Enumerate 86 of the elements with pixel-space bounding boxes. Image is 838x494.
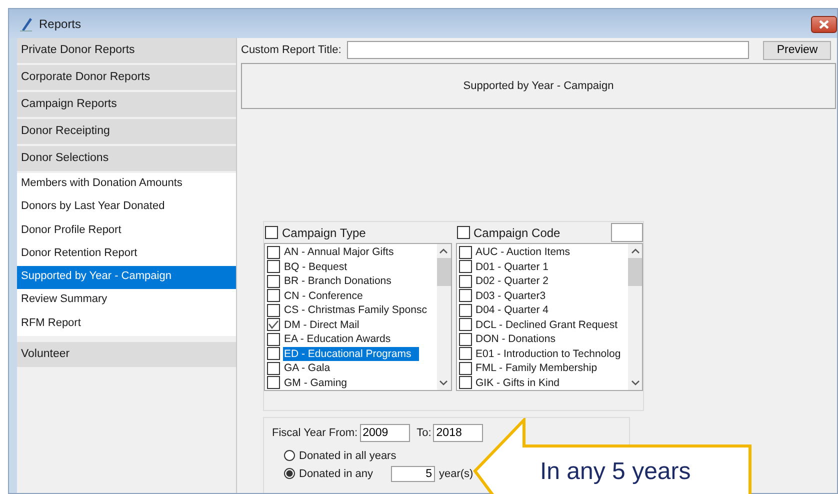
checkbox[interactable] [458, 347, 472, 360]
checkbox[interactable] [267, 246, 280, 259]
sidebar-header[interactable]: Volunteer [17, 342, 236, 370]
sidebar-header[interactable]: Campaign Reports [17, 92, 236, 119]
sidebar-item[interactable]: Supported by Year - Campaign [17, 266, 236, 290]
sidebar-header[interactable]: Donor Receipting [17, 119, 236, 146]
list-item[interactable]: D03 - Quarter3 [474, 288, 547, 303]
checkbox[interactable] [267, 332, 280, 346]
list-item[interactable]: GM - Gaming [283, 376, 348, 390]
checkbox[interactable] [456, 226, 470, 239]
list-item[interactable]: EA - Education Awards [283, 332, 392, 346]
close-button[interactable] [811, 16, 837, 33]
list-item[interactable]: AUC - Auction Items [474, 245, 572, 260]
list-item[interactable]: D02 - Quarter 2 [474, 274, 550, 288]
scrollbar-thumb[interactable] [436, 258, 450, 286]
list-item[interactable]: GIK - Gifts in Kind [474, 376, 561, 390]
sidebar-item[interactable]: Review Summary [17, 289, 236, 313]
code-input-field[interactable] [611, 223, 643, 242]
checkbox[interactable] [458, 318, 472, 332]
checkbox[interactable] [267, 362, 280, 375]
radio-button[interactable] [284, 468, 295, 479]
list-item[interactable]: BQ - Bequest [283, 260, 348, 274]
list-item[interactable]: FML - Family Membership [474, 361, 598, 376]
sidebar-item[interactable]: RFM Report [17, 312, 236, 336]
checkbox[interactable] [267, 260, 280, 274]
list-item[interactable]: DON - Donations [474, 332, 556, 346]
radio-label: Donated in any [299, 468, 373, 480]
list-item[interactable]: ED - Educational Programs [283, 346, 420, 361]
radio-label: Donated in all years [299, 450, 396, 462]
pencil-icon [19, 16, 33, 32]
list-item[interactable]: DM - Direct Mail [283, 318, 360, 332]
sidebar-header[interactable]: Private Donor Reports [17, 38, 236, 65]
list-item[interactable]: DCL - Declined Grant Request [474, 318, 619, 332]
list-item[interactable]: D04 - Quarter 4 [474, 303, 550, 318]
sidebar-item[interactable]: Donor Profile Report [17, 220, 236, 243]
list-item[interactable]: BR - Branch Donations [283, 274, 392, 288]
checkbox[interactable] [458, 304, 472, 317]
year-from-field[interactable]: 2009 [360, 424, 410, 442]
sidebar-header[interactable]: Donor Selections [17, 146, 236, 173]
scrollbar-thumb[interactable] [628, 258, 642, 286]
callout-text: In any 5 years [540, 458, 691, 486]
year-to-field[interactable]: 2018 [433, 424, 484, 442]
checkbox[interactable] [458, 332, 472, 346]
field-label: Fiscal Year From: [272, 427, 358, 439]
checkbox[interactable] [458, 260, 472, 274]
column-label: Campaign Type [282, 226, 366, 240]
field-label: To: [416, 427, 432, 439]
list-item[interactable]: CN - Conference [283, 288, 364, 303]
checkbox[interactable] [267, 318, 280, 332]
radio-button[interactable] [284, 450, 295, 461]
years-count-field[interactable]: 5 [391, 466, 435, 482]
chevron-down-icon [630, 380, 640, 386]
chevron-down-icon [439, 380, 448, 386]
sidebar-item[interactable]: Donors by Last Year Donated [17, 196, 236, 220]
list-item[interactable]: E01 - Introduction to Technolog [474, 346, 622, 361]
field-label: Custom Report Title: [241, 44, 342, 56]
checkbox[interactable] [458, 362, 472, 375]
list-item[interactable]: D01 - Quarter 1 [474, 260, 550, 274]
checkbox[interactable] [267, 289, 280, 302]
checkbox[interactable] [267, 274, 280, 288]
sidebar-item[interactable]: Donor Retention Report [17, 242, 236, 266]
list-item[interactable]: AN - Annual Major Gifts [283, 245, 395, 260]
report-title-panel: Supported by Year - Campaign [241, 63, 836, 109]
checkbox[interactable] [267, 304, 280, 317]
checkbox[interactable] [267, 347, 280, 360]
chevron-up-icon [439, 248, 448, 254]
checkbox[interactable] [458, 289, 472, 302]
list-item[interactable]: GA - Gala [283, 361, 332, 376]
scrollbar[interactable] [436, 244, 450, 390]
check-icon [268, 320, 279, 330]
checkbox[interactable] [458, 246, 472, 259]
sidebar-item[interactable]: Members with Donation Amounts [17, 173, 236, 196]
checkbox[interactable] [265, 226, 278, 239]
checkbox[interactable] [458, 376, 472, 390]
title-input-field[interactable] [347, 41, 750, 59]
window-title: Reports [39, 16, 82, 30]
sidebar-header[interactable]: Corporate Donor Reports [17, 65, 236, 92]
close-icon [819, 20, 829, 29]
list-item[interactable]: CS - Christmas Family Sponsc [283, 303, 428, 318]
scrollbar[interactable] [628, 244, 642, 390]
preview-button[interactable]: Preview [763, 40, 832, 60]
field-label: year(s) [439, 468, 474, 480]
column-label: Campaign Code [474, 226, 560, 240]
chevron-up-icon [630, 248, 640, 254]
checkbox[interactable] [267, 376, 280, 390]
checkbox[interactable] [458, 274, 472, 288]
